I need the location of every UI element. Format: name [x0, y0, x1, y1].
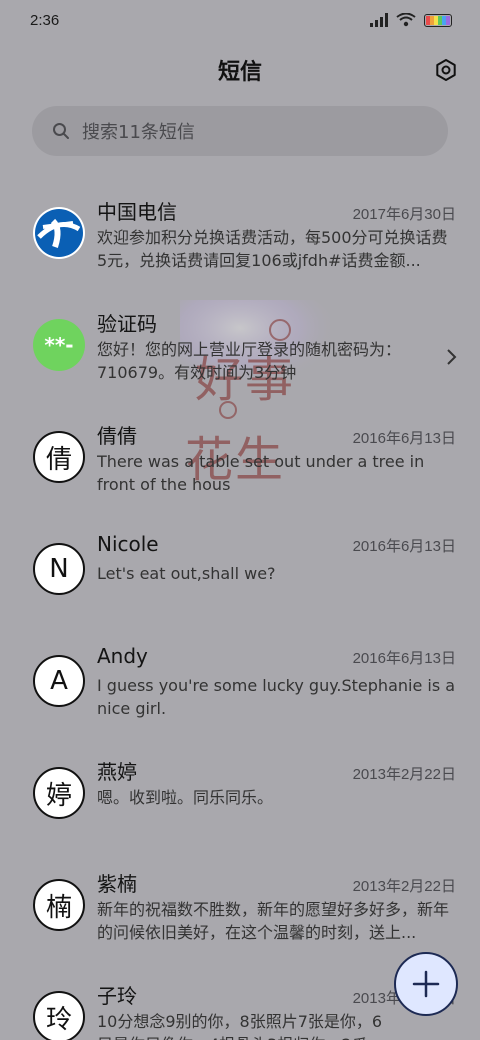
conversation-name: 子玲 [97, 984, 137, 1008]
conversation-preview: There was a table set out under a tree i… [97, 452, 425, 494]
gear-icon [436, 59, 456, 81]
conversation-item[interactable]: 倩 倩倩 2016年6月13日 There was a table set ou… [0, 404, 480, 516]
search-icon [53, 123, 69, 139]
avatar: 婷 [33, 767, 85, 819]
conversation-date: 2016年6月13日 [352, 538, 456, 555]
conversation-date: 2013年2月22日 [352, 766, 456, 783]
conversation-list: 中国电信 2017年6月30日 欢迎参加积分兑换话费活动，每500分可兑换话费5… [0, 180, 480, 1040]
chevron-right-icon [447, 349, 457, 365]
conversation-preview: I guess you're some lucky guy.Stephanie … [97, 676, 456, 718]
conversation-preview: 您好！您的网上营业厅登录的随机密码为：710679。有效时间为3分钟 [97, 340, 402, 382]
search-placeholder: 搜索11条短信 [82, 122, 195, 143]
settings-button[interactable] [432, 56, 460, 84]
conversation-date: 2017年6月30日 [352, 206, 456, 223]
telecom-logo-icon [35, 209, 83, 257]
conversation-name: 中国电信 [97, 200, 177, 224]
plus-icon [412, 970, 440, 998]
conversation-item[interactable]: 婷 燕婷 2013年2月22日 嗯。收到啦。同乐同乐。 [0, 740, 480, 852]
conversation-date: 2016年6月13日 [352, 430, 456, 447]
conversation-item[interactable]: N Nicole 2016年6月13日 Let's eat out,shall … [0, 516, 480, 628]
conversation-item[interactable]: 中国电信 2017年6月30日 欢迎参加积分兑换话费活动，每500分可兑换话费5… [0, 180, 480, 292]
conversation-preview: 10分想念9别的你，8张照片7张是你，6只是你只像你，4根骨头3根归你，2爪着地… [97, 1012, 384, 1040]
battery-icon [424, 13, 452, 27]
status-time: 2:36 [30, 11, 60, 29]
conversation-name: 验证码 [97, 312, 157, 336]
conversation-name: Nicole [97, 532, 159, 556]
conversation-item[interactable]: 楠 紫楠 2013年2月22日 新年的祝福数不胜数，新年的愿望好多好多，新年的问… [0, 852, 480, 964]
conversation-preview: 新年的祝福数不胜数，新年的愿望好多好多，新年的问候依旧美好，在这个温馨的时刻，送… [97, 900, 450, 942]
conversation-preview: 嗯。收到啦。同乐同乐。 [97, 788, 274, 807]
conversation-item[interactable]: A Andy 2016年6月13日 I guess you're some lu… [0, 628, 480, 740]
avatar: **- [33, 319, 85, 371]
conversation-name: 紫楠 [97, 872, 137, 896]
status-icons [370, 13, 452, 27]
conversation-preview: Let's eat out,shall we? [97, 564, 276, 583]
search-input[interactable]: 搜索11条短信 [32, 106, 448, 156]
conversation-name: 倩倩 [97, 424, 137, 448]
status-bar: 2:36 [0, 0, 480, 40]
avatar: N [33, 543, 85, 595]
page-title: 短信 [217, 60, 262, 85]
avatar [33, 207, 85, 259]
header: 短信 [0, 48, 480, 92]
conversation-name: Andy [97, 644, 148, 668]
conversation-date: 2013年2月22日 [352, 878, 456, 895]
conversation-item[interactable]: **- 验证码 您好！您的网上营业厅登录的随机密码为：710679。有效时间为3… [0, 292, 480, 404]
wifi-icon [396, 13, 416, 27]
avatar: 倩 [33, 431, 85, 483]
conversation-date: 2016年6月13日 [352, 650, 456, 667]
conversation-name: 燕婷 [97, 760, 137, 784]
conversation-preview: 欢迎参加积分兑换话费活动，每500分可兑换话费5元，兑换话费请回复106或jfd… [97, 228, 448, 270]
avatar: A [33, 655, 85, 707]
avatar: 楠 [33, 879, 85, 931]
new-message-button[interactable] [394, 952, 458, 1016]
avatar: 玲 [33, 991, 85, 1040]
signal-icon [370, 13, 388, 27]
